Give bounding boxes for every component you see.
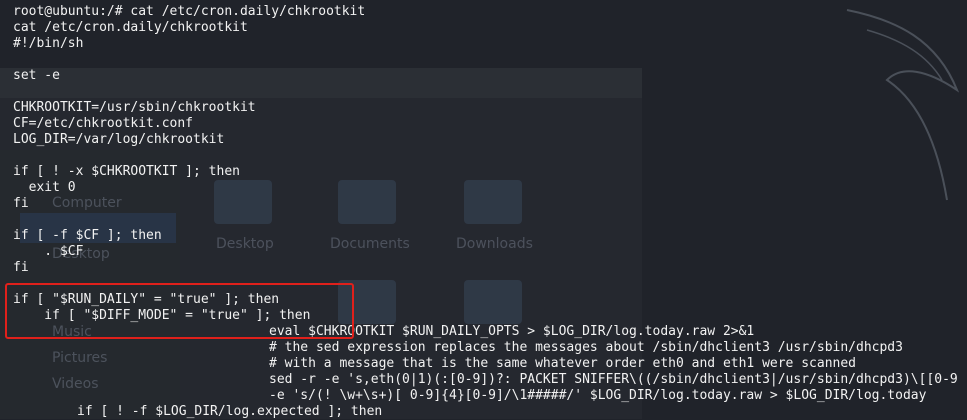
- highlight-annotation-box: [5, 283, 354, 339]
- terminal-line: CF=/etc/chkrootkit.conf: [13, 116, 194, 131]
- terminal-line: if [ ! -x $CHKROOTKIT ]; then: [13, 164, 240, 179]
- terminal-window[interactable]: root@ubuntu:/# cat /etc/cron.daily/chkro…: [0, 0, 967, 419]
- terminal-line: # with a message that is the same whatev…: [269, 356, 856, 371]
- terminal-line: -e 's/(! \w+\s+)[ 0-9]{4}[0-9]/\1#####/'…: [269, 388, 927, 403]
- terminal-line: #!/bin/sh: [13, 36, 84, 51]
- terminal-line: fi: [13, 260, 29, 275]
- terminal-line: CHKROOTKIT=/usr/sbin/chkrootkit: [13, 100, 256, 115]
- terminal-line: fi: [13, 196, 29, 211]
- terminal-line: . $CF: [13, 244, 84, 259]
- terminal-line: set -e: [13, 68, 60, 83]
- terminal-line: sed -r -e 's,eth(0|1)(:[0-9])?: PACKET S…: [269, 372, 958, 387]
- terminal-line: if [ -f $CF ]; then: [13, 228, 162, 243]
- terminal-line: exit 0: [13, 180, 76, 195]
- terminal-line: # the sed expression replaces the messag…: [269, 340, 903, 355]
- terminal-line: cat /etc/cron.daily/chkrootkit: [13, 20, 248, 35]
- terminal-line: LOG_DIR=/var/log/chkrootkit: [13, 132, 225, 147]
- terminal-line: if [ ! -f $LOG_DIR/log.expected ]; then: [77, 404, 383, 419]
- terminal-line: root@ubuntu:/# cat /etc/cron.daily/chkro…: [13, 4, 366, 19]
